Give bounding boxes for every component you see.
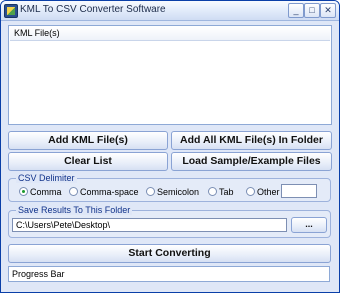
save-folder-group: Save Results To This Folder C:\Users\Pet… [8,205,331,238]
add-kml-files-button[interactable]: Add KML File(s) [8,131,168,150]
window-title: KML To CSV Converter Software [20,4,166,15]
minimize-button[interactable]: _ [288,3,304,18]
progress-bar-label: Progress Bar [12,269,65,279]
app-icon [4,4,18,18]
csv-delimiter-legend: CSV Delimiter [16,173,77,183]
clear-list-button[interactable]: Clear List [8,152,168,171]
radio-comma[interactable]: Comma [19,187,62,197]
start-converting-button[interactable]: Start Converting [8,244,331,263]
radio-semicolon[interactable]: Semicolon [146,187,199,197]
column-header-kml-files: KML File(s) [14,28,60,38]
progress-bar: Progress Bar [8,266,330,282]
radio-selected-icon [19,187,28,196]
radio-empty-icon [69,187,78,196]
csv-delimiter-group: CSV Delimiter Comma Comma-space Semicolo… [8,173,331,202]
radio-comma-space[interactable]: Comma-space [69,187,139,197]
list-column-header[interactable]: KML File(s) [10,27,330,41]
close-button[interactable]: ✕ [320,3,336,18]
browse-button[interactable]: ... [291,217,327,233]
add-all-in-folder-button[interactable]: Add All KML File(s) In Folder [171,131,332,150]
app-window: KML To CSV Converter Software _ □ ✕ KML … [0,0,340,293]
save-folder-legend: Save Results To This Folder [16,205,133,215]
save-folder-path-input[interactable]: C:\Users\Pete\Desktop\ [12,218,287,232]
kml-file-list[interactable]: KML File(s) [8,25,332,125]
radio-empty-icon [146,187,155,196]
title-bar: KML To CSV Converter Software _ □ ✕ [1,1,339,21]
radio-other[interactable]: Other [246,187,280,197]
other-delimiter-input[interactable] [281,184,317,198]
radio-tab[interactable]: Tab [208,187,234,197]
maximize-button[interactable]: □ [304,3,320,18]
load-sample-files-button[interactable]: Load Sample/Example Files [171,152,332,171]
radio-empty-icon [246,187,255,196]
radio-empty-icon [208,187,217,196]
